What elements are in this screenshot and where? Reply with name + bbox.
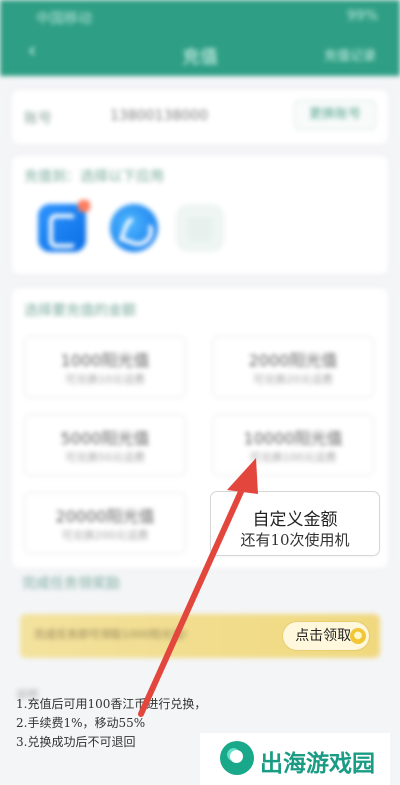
claim-reward-button[interactable]: 点击领取! ●: [283, 622, 369, 650]
watermark: 出海游戏园: [200, 733, 390, 785]
coin-icon: ●: [350, 628, 366, 644]
app-screen: 中国移动 99% ‹ 充值 充值记录 账号 13800138000 更换账号 充…: [0, 0, 400, 785]
annotation-arrow: [138, 458, 258, 717]
annotation-arrow-head: [227, 458, 258, 494]
claim-reward-label: 点击领取!: [295, 628, 357, 644]
watermark-logo-icon: [220, 741, 254, 775]
focused-layer: 自定义金额 还有10次使用机 点击领取! ● 1.充值后可用100香江币进行兑换…: [0, 0, 400, 785]
notice-line-2: 2.手续费1%，移动55%: [16, 716, 146, 730]
custom-amount-title: 自定义金额: [252, 510, 338, 530]
notice-line-1: 1.充值后可用100香江币进行兑换，: [16, 697, 207, 711]
custom-amount-subtitle: 还有10次使用机: [240, 531, 350, 549]
custom-amount-option[interactable]: 自定义金额 还有10次使用机: [210, 491, 380, 556]
watermark-text: 出海游戏园: [260, 751, 375, 777]
